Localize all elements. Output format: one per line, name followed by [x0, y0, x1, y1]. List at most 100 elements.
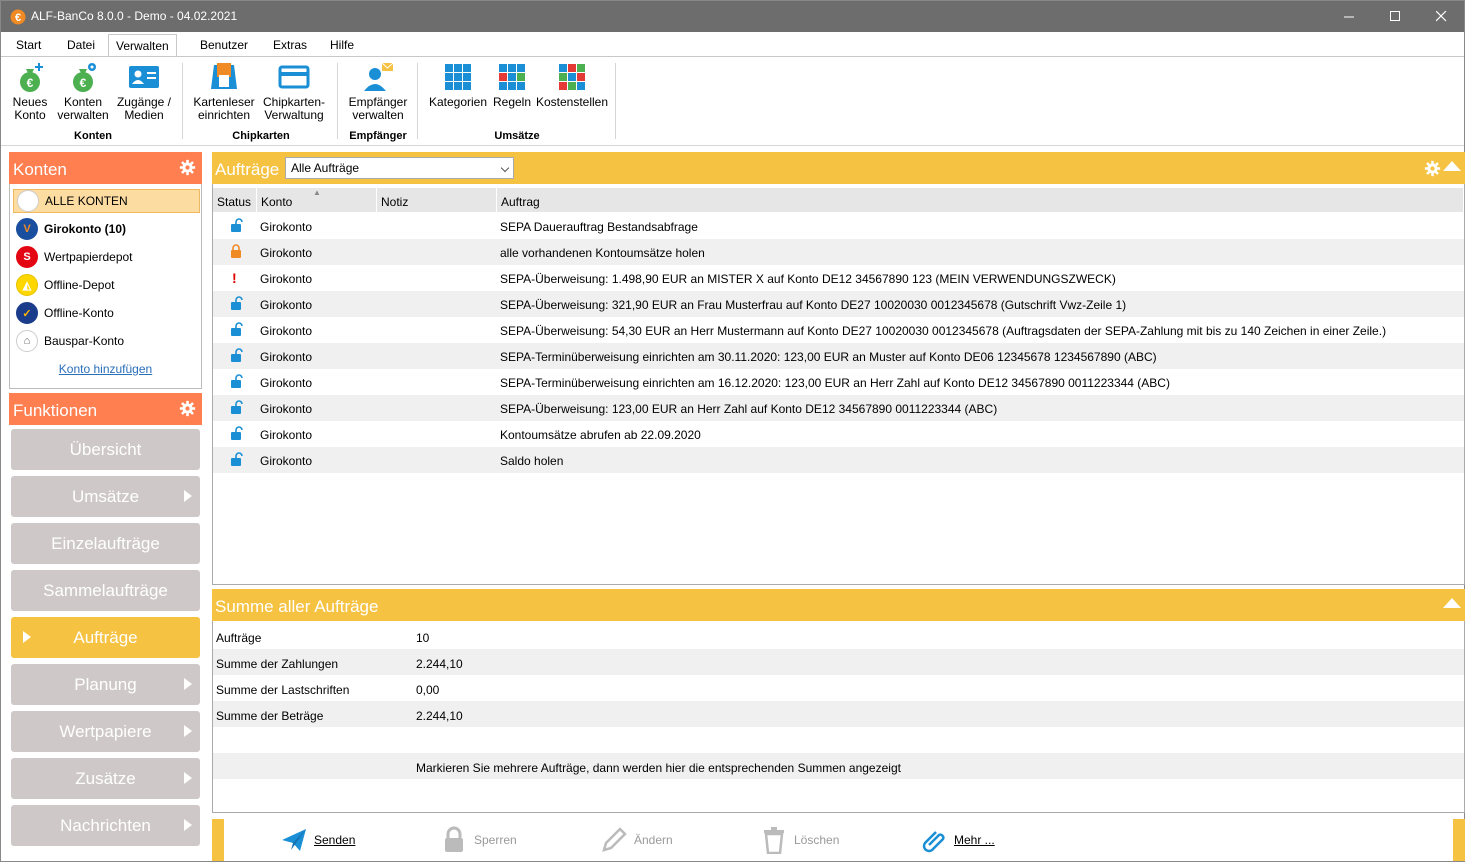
- account-item-alle[interactable]: ALLE KONTEN: [13, 189, 200, 213]
- table-row[interactable]: Girokonto SEPA Dauerauftrag Bestandsabfra…: [213, 213, 1464, 239]
- rules-button[interactable]: Regeln: [491, 61, 533, 109]
- send-button[interactable]: Senden: [280, 819, 355, 861]
- nav-sammelauftraege[interactable]: Sammelaufträge: [11, 570, 200, 611]
- gear-icon[interactable]: [1424, 160, 1441, 177]
- table-row[interactable]: Girokonto SEPA-Überweisung: 123,00 EUR an…: [213, 395, 1464, 421]
- collapse-up-icon[interactable]: [1443, 598, 1461, 608]
- cell-auftrag: SEPA-Überweisung: 123,00 EUR an Herr Zah…: [500, 402, 998, 416]
- column-header-status[interactable]: Status: [213, 188, 257, 212]
- table-row[interactable]: Girokonto SEPA-Terminüberweisung einricht…: [213, 343, 1464, 369]
- volksbank-icon: V: [16, 218, 38, 240]
- lock-button[interactable]: Sperren: [440, 819, 517, 861]
- table-row[interactable]: Girokonto Kontoumsätze abrufen ab 22.09.2…: [213, 421, 1464, 447]
- summary-label: Aufträge: [216, 631, 262, 645]
- rules-grid-icon: [496, 61, 528, 93]
- account-item-wertpapierdepot[interactable]: S Wertpapierdepot: [13, 245, 200, 269]
- setup-card-reader-button[interactable]: Kartenleser einrichten: [191, 61, 257, 122]
- all-accounts-icon: [17, 190, 39, 212]
- column-header-konto[interactable]: Konto ▲: [257, 188, 377, 212]
- nav-planung[interactable]: Planung: [11, 664, 200, 705]
- add-account-link[interactable]: Konto hinzufügen: [10, 362, 201, 376]
- nav-nachrichten[interactable]: Nachrichten: [11, 805, 200, 846]
- summary-row: Markieren Sie mehrere Aufträge, dann wer…: [213, 753, 1464, 779]
- orders-filter-select[interactable]: Alle Aufträge: [285, 157, 514, 179]
- access-media-button[interactable]: Zugänge / Medien: [114, 61, 174, 122]
- table-row[interactable]: Girokonto SEPA-Terminüberweisung einricht…: [213, 369, 1464, 395]
- nav-label: Einzelaufträge: [51, 534, 160, 553]
- more-button[interactable]: Mehr ...: [920, 819, 995, 861]
- nav-wertpapiere[interactable]: Wertpapiere: [11, 711, 200, 752]
- new-account-button[interactable]: € Neues Konto: [7, 61, 53, 122]
- collapse-up-icon[interactable]: [1443, 161, 1461, 171]
- cost-centers-label: Kostenstellen: [535, 95, 609, 109]
- chevron-right-icon: [184, 819, 192, 831]
- cost-centers-button[interactable]: Kostenstellen: [535, 61, 609, 109]
- nav-umsaetze[interactable]: Umsätze: [11, 476, 200, 517]
- account-item-girokonto[interactable]: V Girokonto (10): [13, 217, 200, 241]
- menu-tab-hilfe[interactable]: Hilfe: [323, 34, 361, 57]
- rules-label: Regeln: [492, 95, 532, 109]
- delete-label: Löschen: [794, 833, 840, 847]
- menu-tab-extras[interactable]: Extras: [266, 34, 314, 57]
- delete-button[interactable]: Löschen: [760, 819, 839, 861]
- send-icon: [282, 829, 306, 851]
- table-row[interactable]: ! Girokonto SEPA-Überweisung: 1.498,90 EUR…: [213, 265, 1464, 291]
- orders-panel-header: Aufträge Alle Aufträge: [212, 152, 1465, 184]
- account-item-bauspar[interactable]: ⌂ Bauspar-Konto: [13, 329, 200, 353]
- setup-card-reader-label-2: einrichten: [197, 108, 251, 122]
- manage-recipients-button[interactable]: Empfänger verwalten: [345, 61, 411, 122]
- categories-button[interactable]: Kategorien: [427, 61, 489, 109]
- menu-tab-verwalten[interactable]: Verwalten: [108, 34, 177, 58]
- unlock-icon: [230, 218, 243, 232]
- menu-bar: Start Datei Verwalten Benutzer Extras Hi…: [1, 32, 1464, 58]
- summary-hint: Markieren Sie mehrere Aufträge, dann wer…: [416, 761, 901, 775]
- table-row[interactable]: Girokonto SEPA-Überweisung: 54,30 EUR an …: [213, 317, 1464, 343]
- chevron-down-icon: [500, 163, 510, 173]
- column-header-notiz[interactable]: Notiz: [377, 188, 497, 212]
- unlock-icon: [230, 322, 243, 336]
- lock-icon: [445, 826, 463, 852]
- credit-card-icon: [278, 61, 310, 93]
- nav-uebersicht[interactable]: Übersicht: [11, 429, 200, 470]
- edit-button[interactable]: Ändern: [600, 819, 673, 861]
- action-bar: Senden Sperren Ändern Löschen Mehr ...: [212, 819, 1465, 861]
- close-button[interactable]: [1418, 1, 1464, 32]
- menu-tab-start[interactable]: Start: [9, 34, 48, 57]
- ribbon-group-konten: Konten: [74, 130, 112, 142]
- svg-text:€: €: [15, 12, 21, 24]
- nav-zusaetze[interactable]: Zusätze: [11, 758, 200, 799]
- sort-ascending-icon: ▲: [313, 188, 321, 197]
- more-label: Mehr ...: [954, 833, 995, 847]
- chevron-right-icon: [184, 725, 192, 737]
- account-item-offline-konto[interactable]: ✓ Offline-Konto: [13, 301, 200, 325]
- ribbon: € Neues Konto € Konten verwalten Zugänge…: [1, 56, 1464, 146]
- account-label: Wertpapierdepot: [44, 250, 133, 264]
- chipcard-management-button[interactable]: Chipkarten- Verwaltung: [260, 61, 328, 122]
- id-card-icon: [128, 61, 160, 93]
- column-header-auftrag[interactable]: Auftrag: [497, 188, 1464, 212]
- summary-label: Summe der Zahlungen: [216, 657, 339, 671]
- account-item-offline-depot[interactable]: ◭ Offline-Depot: [13, 273, 200, 297]
- chipcard-management-label-2: Verwaltung: [264, 108, 324, 122]
- gear-icon[interactable]: [179, 400, 196, 417]
- menu-tab-benutzer[interactable]: Benutzer: [193, 34, 255, 57]
- access-media-label-2: Medien: [124, 108, 164, 122]
- table-row[interactable]: Girokonto SEPA-Überweisung: 321,90 EUR an…: [213, 291, 1464, 317]
- table-row[interactable]: Girokonto Saldo holen: [213, 447, 1464, 473]
- accounts-list: ALLE KONTEN V Girokonto (10) S Wertpapie…: [9, 184, 202, 389]
- summary-row: [213, 727, 1464, 753]
- nav-einzelauftraege[interactable]: Einzelaufträge: [11, 523, 200, 564]
- minimize-button[interactable]: [1326, 1, 1372, 32]
- svg-text:€: €: [80, 76, 87, 90]
- konten-panel-header: Konten: [9, 152, 202, 184]
- manage-accounts-button[interactable]: € Konten verwalten: [56, 61, 110, 122]
- table-row[interactable]: Girokonto alle vorhandenen Kontoumsätze h…: [213, 239, 1464, 265]
- nav-label: Zusätze: [75, 769, 136, 788]
- unlock-icon: [230, 426, 243, 440]
- cell-konto: Girokonto: [260, 402, 313, 416]
- gear-icon[interactable]: [179, 159, 196, 176]
- menu-tab-datei[interactable]: Datei: [60, 34, 102, 57]
- nav-auftraege[interactable]: Aufträge: [11, 617, 200, 658]
- maximize-button[interactable]: [1372, 1, 1418, 32]
- summary-row: Summe der Lastschriften 0,00: [213, 675, 1464, 701]
